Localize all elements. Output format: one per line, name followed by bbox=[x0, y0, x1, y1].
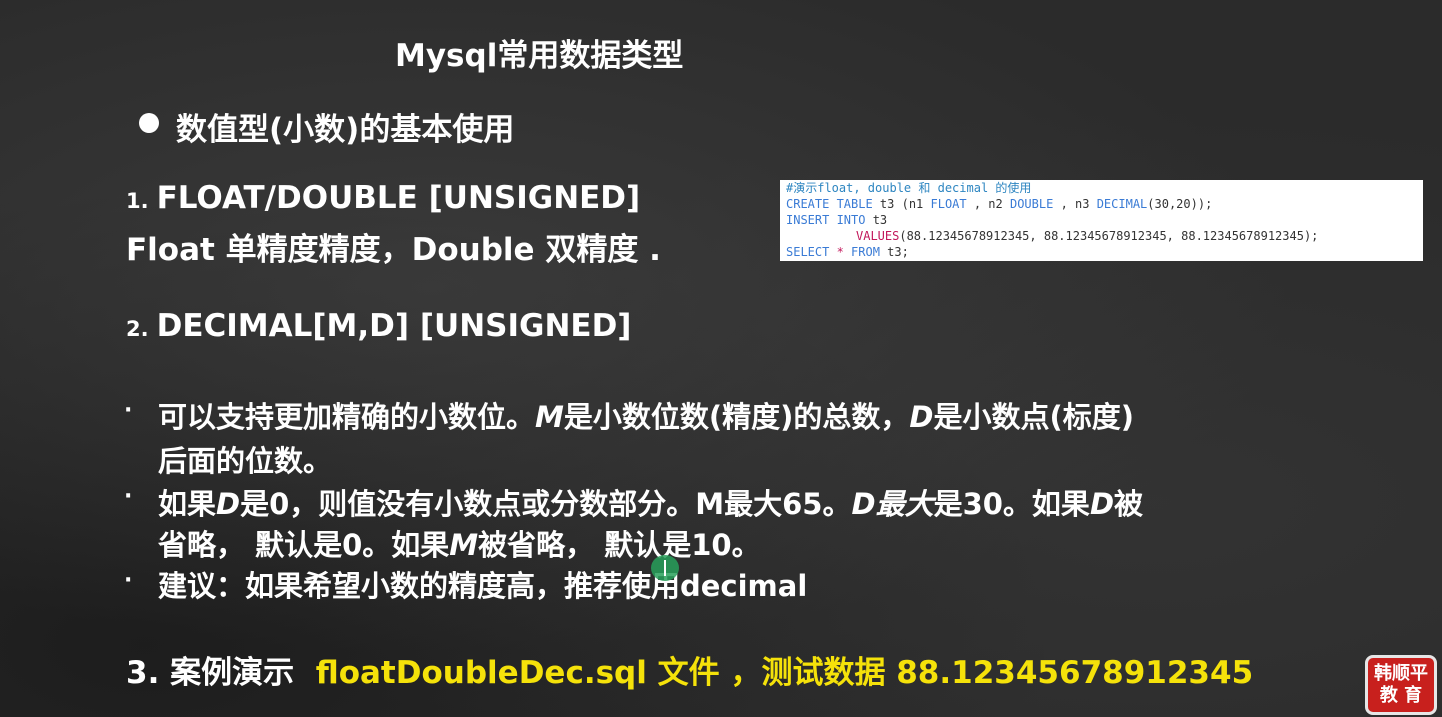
text: 是小数点(标度) bbox=[933, 400, 1134, 434]
code-kw-decimal: DECIMAL bbox=[1096, 197, 1148, 211]
code-kw-from: FROM bbox=[851, 245, 880, 259]
code-kw-values: VALUES bbox=[856, 229, 900, 243]
text: 是30。如果 bbox=[933, 487, 1090, 521]
section2-heading-text: DECIMAL[M,D] [UNSIGNED] bbox=[156, 308, 632, 344]
code-kw-insert-into: INSERT INTO bbox=[786, 213, 866, 227]
code-text: , n2 bbox=[966, 197, 1010, 211]
text: 是小数位数(精度)的总数， bbox=[563, 400, 910, 434]
text: D bbox=[216, 487, 241, 521]
code-line-4: VALUES(88.12345678912345, 88.12345678912… bbox=[786, 228, 1423, 244]
point2-line1: 如果D是0，则值没有小数点或分数部分。M最大65。D最大是30。如果D被 bbox=[158, 481, 1143, 523]
text: D最大 bbox=[851, 487, 934, 521]
slide-subtitle: 数值型(小数)的基本使用 bbox=[176, 112, 515, 148]
slide-title: Mysql常用数据类型 bbox=[395, 38, 684, 74]
code-text: (88.12345678912345, 88.12345678912345, 8… bbox=[899, 229, 1319, 243]
case-demo-line: 3. 案例演示 floatDoubleDec.sql 文件 ，测试数据 88.1… bbox=[126, 647, 1253, 692]
point3: 建议：如果希望小数的精度高，推荐使用decimal bbox=[158, 569, 808, 603]
brand-logo: 韩顺平 教 育 bbox=[1365, 655, 1437, 715]
section1-heading-text: FLOAT/DOUBLE [UNSIGNED] bbox=[156, 180, 641, 216]
text: 可以支持更加精确的小数位。 bbox=[158, 400, 536, 434]
code-text: t3 bbox=[865, 213, 888, 227]
logo-line2: 教 育 bbox=[1379, 685, 1423, 706]
code-text: (30,20)); bbox=[1147, 197, 1213, 211]
text: M bbox=[535, 400, 564, 434]
bullet-dot bbox=[139, 113, 159, 133]
text: 被省略， 默认是10。 bbox=[478, 528, 761, 562]
section1-number: 1. bbox=[126, 189, 149, 213]
code-text: * bbox=[829, 245, 852, 259]
bullet-marker: · bbox=[124, 484, 133, 509]
section2-number: 2. bbox=[126, 317, 149, 341]
case-prefix: 3. 案例演示 bbox=[126, 655, 295, 691]
code-line-5: SELECT * FROM t3; bbox=[786, 244, 1423, 260]
sql-code-screenshot: #演示float, double 和 decimal 的使用 CREATE TA… bbox=[780, 180, 1423, 261]
text: 省略， 默认是0。如果 bbox=[158, 528, 450, 562]
bullet-marker: · bbox=[124, 398, 133, 423]
text: M bbox=[449, 528, 479, 562]
logo-line1: 韩顺平 bbox=[1374, 663, 1428, 684]
text: 是0，则值没有小数点或分数部分。M最大65。 bbox=[240, 487, 852, 521]
code-text: , n3 bbox=[1053, 197, 1097, 211]
code-text: t3 (n1 bbox=[872, 197, 931, 211]
code-line-1: #演示float, double 和 decimal 的使用 bbox=[786, 181, 1032, 195]
bullet-marker: · bbox=[124, 568, 133, 593]
section1-heading: 1. FLOAT/DOUBLE [UNSIGNED] bbox=[126, 180, 640, 216]
case-highlight: floatDoubleDec.sql 文件 ，测试数据 88.123456789… bbox=[315, 655, 1254, 691]
code-kw-select: SELECT bbox=[786, 245, 830, 259]
code-text: t3; bbox=[879, 245, 909, 259]
point1-line1: 可以支持更加精确的小数位。M是小数位数(精度)的总数，D是小数点(标度) bbox=[158, 394, 1134, 436]
code-line-3: INSERT INTO t3 bbox=[786, 212, 1423, 228]
code-line-2: CREATE TABLE t3 (n1 FLOAT , n2 DOUBLE , … bbox=[786, 196, 1423, 212]
text: D bbox=[1089, 487, 1115, 521]
text: D bbox=[909, 400, 934, 434]
code-kw-float: FLOAT bbox=[930, 197, 967, 211]
point1-line2: 后面的位数。 bbox=[158, 444, 333, 478]
text: 被 bbox=[1114, 487, 1144, 521]
text-cursor-icon bbox=[664, 560, 666, 576]
code-kw-double: DOUBLE bbox=[1009, 197, 1054, 211]
text: 如果 bbox=[158, 487, 217, 521]
code-kw-create-table: CREATE TABLE bbox=[786, 197, 873, 211]
section2-heading: 2. DECIMAL[M,D] [UNSIGNED] bbox=[126, 308, 631, 344]
section1-description: Float 单精度精度，Double 双精度 . bbox=[126, 232, 661, 268]
